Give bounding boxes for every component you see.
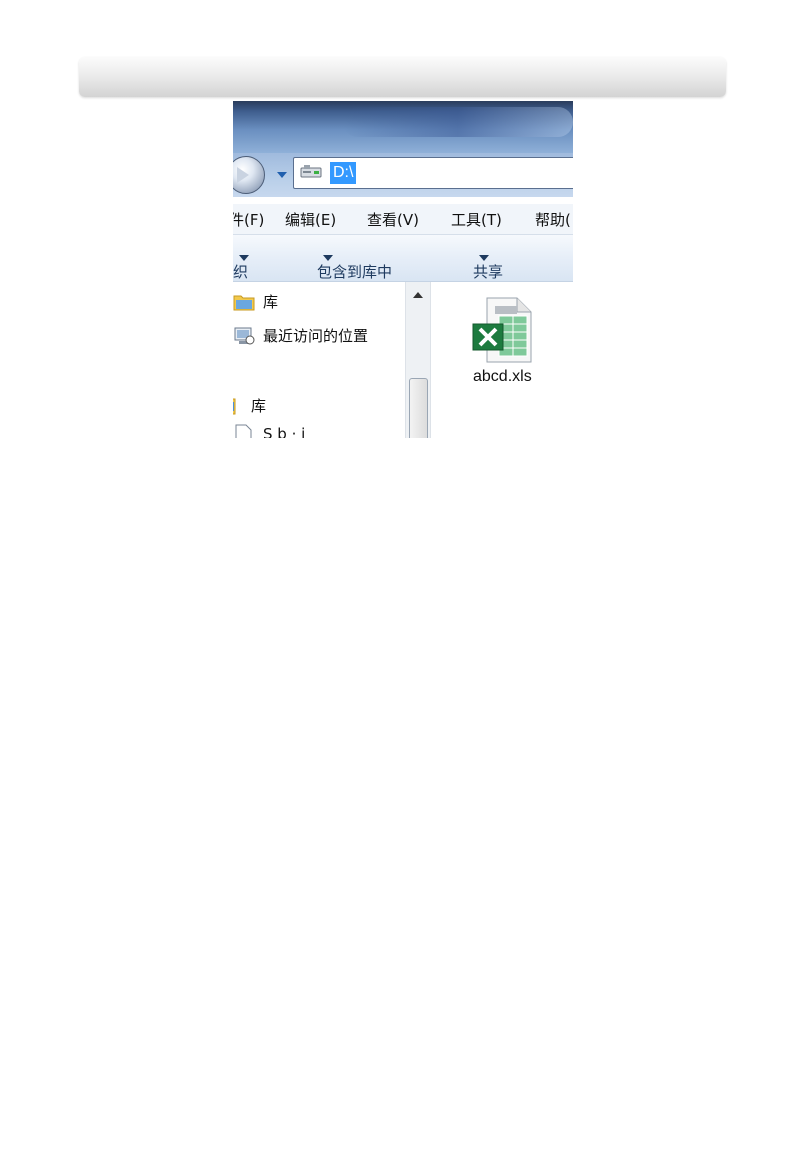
share-label: 共享: [473, 263, 504, 281]
organize-label: 织: [233, 263, 249, 281]
menu-edit[interactable]: 编辑(E): [285, 209, 336, 230]
file-name: abcd.xls: [473, 368, 532, 385]
document-icon: [235, 424, 252, 438]
include-in-library-button[interactable]: 包含到库中: [317, 248, 392, 281]
organize-button[interactable]: 织: [233, 248, 249, 281]
menu-tools[interactable]: 工具(T): [451, 209, 502, 230]
recent-places-icon: [234, 327, 255, 345]
file-list-pane: abcd.xls: [431, 282, 573, 438]
menu-bar: 件(F) 编辑(E) 查看(V) 工具(T) 帮助(: [233, 204, 573, 235]
menu-file[interactable]: 件(F): [233, 209, 264, 230]
command-toolbar: 织 包含到库中 共享: [233, 235, 573, 282]
explorer-window: D:\ 件(F) 编辑(E) 查看(V) 工具(T) 帮助( 织 包含到库中 共…: [233, 101, 573, 438]
nav-label: S b · i: [263, 425, 306, 438]
share-button[interactable]: 共享: [473, 248, 503, 281]
excel-file-icon: [472, 297, 532, 363]
titlebar-glow: [343, 107, 573, 137]
file-item[interactable]: abcd.xls: [461, 296, 561, 396]
organize-dropdown-icon: [239, 254, 249, 261]
menu-help[interactable]: 帮助(: [535, 209, 571, 230]
share-dropdown-icon: [479, 254, 489, 261]
nav-label: 库: [263, 293, 279, 311]
address-path[interactable]: D:\: [330, 162, 357, 184]
menu-view[interactable]: 查看(V): [367, 209, 419, 230]
page-header-bar: [79, 57, 726, 97]
drive-icon: [300, 165, 322, 178]
include-dropdown-icon: [323, 254, 333, 261]
nav-label: 最近访问的位置: [263, 327, 369, 345]
nav-label: 库: [251, 397, 267, 415]
library-icon: [233, 398, 236, 415]
navigation-pane: 库 最近访问的位置 库 S b · i: [233, 282, 405, 438]
address-bar[interactable]: D:\: [293, 157, 573, 189]
scroll-up-icon[interactable]: [413, 292, 423, 298]
history-dropdown-icon[interactable]: [277, 172, 287, 178]
scrollbar-thumb[interactable]: [409, 378, 428, 438]
back-button[interactable]: [233, 156, 265, 194]
nav-pane-scrollbar[interactable]: [405, 282, 431, 438]
navigation-row: D:\: [233, 153, 573, 197]
window-titlebar: [233, 101, 573, 153]
include-in-library-label: 包含到库中: [317, 263, 393, 281]
back-arrow-icon: [237, 167, 249, 183]
library-folder-icon: [233, 295, 255, 311]
